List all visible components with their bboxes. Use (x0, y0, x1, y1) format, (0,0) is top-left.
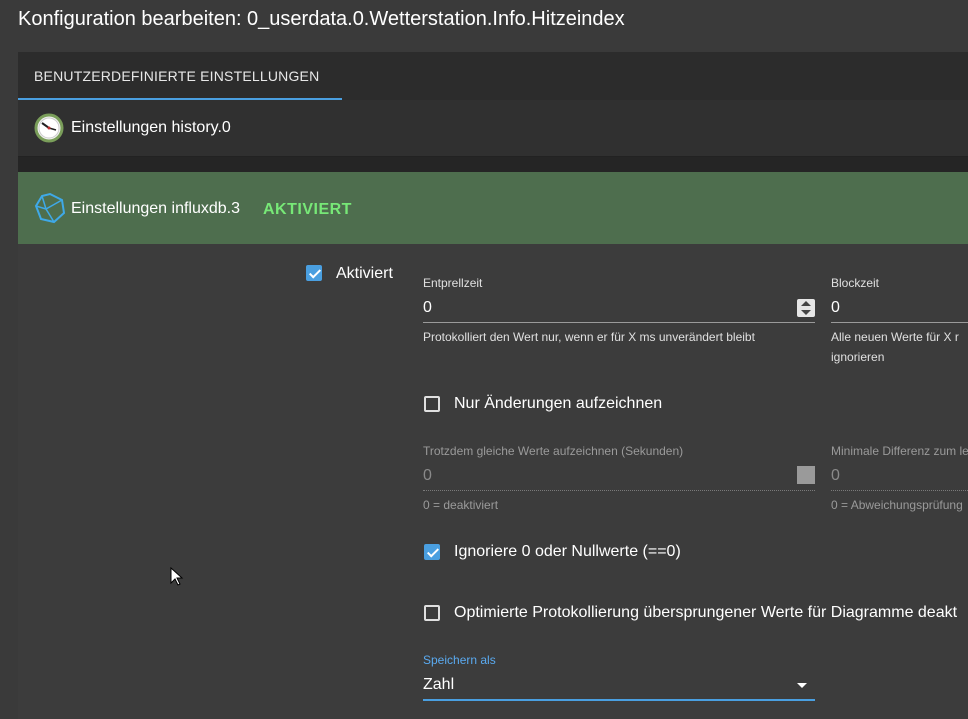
influx-settings-body: Aktiviert Entprellzeit 0 Protokolliert d… (18, 244, 968, 719)
same-values-input[interactable]: 0 (423, 467, 432, 485)
blocktime-input[interactable]: 0 (831, 299, 840, 317)
store-as-select[interactable]: Zahl (423, 676, 454, 694)
panel-history-settings[interactable]: Einstellungen history.0 (18, 100, 968, 157)
blocktime-helper-line2: ignorieren (831, 350, 885, 364)
enabled-checkbox[interactable] (306, 265, 322, 281)
changes-only-label: Nur Änderungen aufzeichnen (454, 395, 663, 412)
blocktime-underline (831, 322, 968, 323)
tab-bar: BENUTZERDEFINIERTE EINSTELLUNGEN (18, 52, 968, 100)
ignore-zero-checkbox[interactable] (424, 544, 440, 560)
history-panel-label: Einstellungen history.0 (71, 119, 231, 136)
blocktime-label: Blockzeit (831, 276, 880, 290)
debounce-label: Entprellzeit (423, 276, 483, 290)
stepper-up-icon (801, 301, 811, 306)
enabled-label: Aktiviert (336, 265, 393, 282)
min-diff-helper: 0 = Abweichungsprüfung (831, 498, 963, 512)
same-values-label: Trotzdem gleiche Werte aufzeichnen (Seku… (423, 444, 684, 458)
ignore-zero-label: Ignoriere 0 oder Nullwerte (==0) (454, 543, 681, 560)
status-badge: AKTIVIERT (263, 201, 352, 218)
same-values-stepper (797, 466, 815, 484)
debounce-input[interactable]: 0 (423, 299, 432, 317)
influxdb-icon (34, 192, 66, 224)
optimized-logging-label: Optimierte Protokollierung übersprungene… (454, 604, 958, 621)
min-diff-underline (831, 490, 968, 491)
min-diff-input[interactable]: 0 (831, 467, 840, 485)
panel-divider (18, 157, 968, 172)
dialog-title: Konfiguration bearbeiten: 0_userdata.0.W… (18, 8, 625, 30)
tab-label: BENUTZERDEFINIERTE EINSTELLUNGEN (34, 68, 320, 84)
same-values-underline (423, 490, 815, 491)
changes-only-checkbox[interactable] (424, 396, 440, 412)
debounce-underline (423, 322, 815, 323)
debounce-helper: Protokolliert den Wert nur, wenn er für … (423, 330, 755, 344)
store-as-underline (423, 699, 815, 701)
mouse-cursor-icon (170, 567, 184, 586)
clock-icon (34, 113, 64, 143)
blocktime-helper-line1: Alle neuen Werte für X r (831, 330, 959, 344)
min-diff-label: Minimale Differenz zum le (831, 444, 968, 458)
influx-panel-label: Einstellungen influxdb.3 (71, 200, 241, 217)
store-as-label: Speichern als (423, 653, 496, 667)
optimized-logging-checkbox[interactable] (424, 605, 440, 621)
tab-custom-settings[interactable]: BENUTZERDEFINIERTE EINSTELLUNGEN (18, 52, 342, 100)
debounce-stepper[interactable] (797, 299, 815, 317)
same-values-helper: 0 = deaktiviert (423, 498, 499, 512)
panel-influxdb-settings[interactable]: Einstellungen influxdb.3 AKTIVIERT (18, 172, 968, 244)
stepper-down-icon (801, 310, 811, 315)
chevron-down-icon[interactable] (797, 683, 807, 688)
